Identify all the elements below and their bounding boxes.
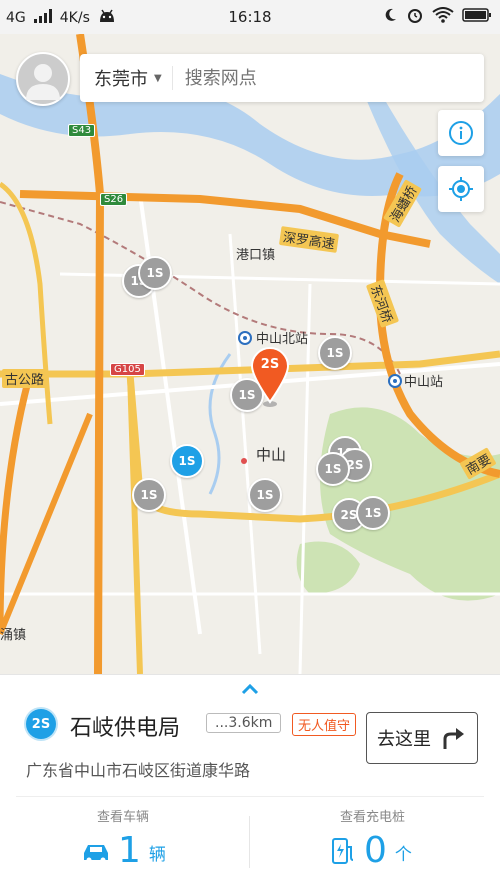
map-marker[interactable]: 1S [138,256,172,290]
vehicles-stat[interactable]: 1 辆 [82,833,166,869]
map-marker[interactable]: 1S [356,496,390,530]
caret-down-icon: ▼ [154,72,162,84]
vehicles-unit: 辆 [148,845,166,865]
station-badge: 2S [26,709,56,739]
map-label-gu-road: 古公路 [2,369,48,388]
person-icon [26,64,60,100]
navigate-button[interactable]: 去这里 [366,712,478,764]
unattended-tag: 无人值守 [292,713,357,736]
selected-pin-label: 2S [260,357,280,372]
map-marker[interactable]: 1S [316,452,350,486]
battery-icon [462,7,492,27]
panel-divider [16,796,484,797]
chargers-title: 查看充电桩 [340,810,406,825]
info-button[interactable] [438,110,484,156]
map-label-zhongshan-station: 中山站 [404,375,444,390]
turn-right-arrow-icon [443,728,464,749]
distance-tag: ...3.6km [206,713,282,733]
city-dot-icon [240,450,248,469]
map-shield-s43: S43 [68,124,96,137]
map-label-zhongshan-north-station: 中山北站 [256,332,309,347]
car-icon [84,845,108,863]
map-marker[interactable]: 1S [318,336,352,370]
chargers-stat[interactable]: 0 个 [330,833,412,869]
charger-icon [332,838,354,864]
map-label-zhongshan-city: 中山 [256,446,287,464]
search-bar: 东莞市 ▼ [80,54,484,102]
moon-icon [382,7,398,27]
map-marker[interactable]: 1S [132,478,166,512]
alarm-icon [406,6,424,28]
map-marker[interactable]: 1S [170,444,204,478]
map-label-yongzhen: 涌镇 [0,628,27,643]
chargers-unit: 个 [394,845,412,865]
location-pin-icon [250,347,290,407]
stat-divider [249,816,250,868]
map-label-gangkou: 港口镇 [236,248,276,263]
vehicles-count: 1 [118,830,141,871]
map-marker[interactable]: 1S [248,478,282,512]
city-label: 东莞市 [94,69,148,90]
navigate-label: 去这里 [377,729,431,750]
chevron-up-icon[interactable] [240,680,260,699]
locate-icon [449,177,473,201]
info-icon [449,121,473,145]
locate-button[interactable] [438,166,484,212]
map-view[interactable]: 港口镇 深罗高速 古公路 海蟠桥 东河桥 南要 涌镇 S43 S26 G105 … [0,34,500,674]
user-avatar[interactable] [16,52,70,106]
status-bar: 4G 4K/s 16:18 [0,0,500,34]
map-shield-g105: G105 [110,363,145,376]
city-selector[interactable]: 东莞市 ▼ [80,66,173,90]
station-address: 广东省中山市石岐区街道康华路 [26,761,251,780]
station-detail-panel [0,674,500,890]
vehicles-title: 查看车辆 [97,810,150,825]
wifi-icon [432,7,454,27]
station-icon [388,373,402,392]
map-shield-s26: S26 [100,193,128,206]
station-name: 石岐供电局 [70,716,181,741]
search-input[interactable] [172,67,484,89]
selected-pin[interactable]: 2S [250,346,290,410]
chargers-count: 0 [364,830,387,871]
